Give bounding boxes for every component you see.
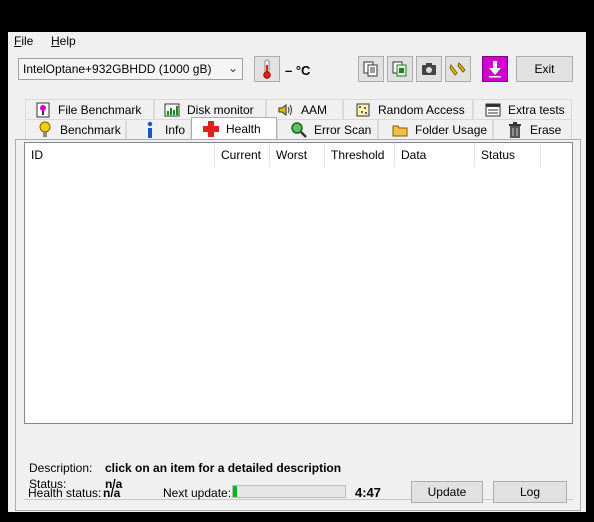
copy-text-button[interactable] bbox=[358, 56, 384, 82]
column-worst[interactable]: Worst bbox=[270, 143, 325, 167]
download-button[interactable] bbox=[482, 56, 508, 82]
tab-extra-tests[interactable]: Extra tests bbox=[473, 99, 572, 119]
camera-icon bbox=[422, 63, 436, 75]
temperature-value: – °C bbox=[285, 63, 311, 78]
tab-label: Info bbox=[165, 122, 186, 137]
random-access-icon bbox=[354, 102, 372, 118]
tab-label: Error Scan bbox=[314, 122, 372, 137]
app-window: File Help IntelOptane+932GBHDD (1000 gB)… bbox=[8, 32, 586, 512]
screenshot-button[interactable] bbox=[416, 56, 442, 82]
options-button[interactable] bbox=[445, 56, 471, 82]
tab-file-benchmark[interactable]: File Benchmark bbox=[25, 99, 154, 119]
health-status-label: Health status: bbox=[28, 486, 102, 500]
folder-icon bbox=[391, 122, 409, 138]
tab-erase[interactable]: Erase bbox=[493, 119, 572, 139]
tab-label: Folder Usage bbox=[415, 122, 488, 137]
magnifier-icon bbox=[290, 121, 308, 138]
description-label: Description: bbox=[29, 461, 93, 475]
tab-label: Extra tests bbox=[508, 102, 565, 117]
tab-random-access[interactable]: Random Access bbox=[343, 99, 473, 119]
copy-sheet-button[interactable] bbox=[387, 56, 413, 82]
tab-folder-usage[interactable]: Folder Usage bbox=[378, 119, 493, 139]
download-icon bbox=[489, 61, 501, 78]
smart-attribute-list[interactable]: ID Current Worst Threshold Data Status bbox=[24, 142, 573, 424]
menu-help[interactable]: Help bbox=[51, 34, 76, 48]
drive-select-value: IntelOptane+932GBHDD (1000 gB) bbox=[23, 62, 212, 76]
health-cross-icon bbox=[202, 120, 220, 137]
next-update-label: Next update: bbox=[163, 486, 232, 500]
tab-info[interactable]: Info bbox=[126, 119, 191, 139]
copy-sheet-icon bbox=[392, 61, 407, 77]
tab-label: Disk monitor bbox=[187, 102, 254, 117]
info-icon bbox=[141, 121, 159, 138]
copy-text-icon bbox=[363, 61, 378, 77]
extra-tests-icon bbox=[484, 102, 502, 118]
file-benchmark-icon bbox=[34, 102, 52, 118]
tab-disk-monitor[interactable]: Disk monitor bbox=[154, 99, 266, 119]
column-status[interactable]: Status bbox=[475, 143, 541, 167]
health-status-value: n/a bbox=[103, 486, 121, 500]
tab-error-scan[interactable]: Error Scan bbox=[277, 119, 378, 139]
temperature-button[interactable] bbox=[254, 56, 280, 82]
tab-label: Erase bbox=[530, 122, 562, 137]
menu-file[interactable]: File bbox=[14, 34, 33, 48]
tab-aam[interactable]: AAM bbox=[266, 99, 343, 119]
tab-health[interactable]: Health bbox=[191, 117, 277, 139]
benchmark-icon bbox=[36, 121, 54, 138]
tab-label: Benchmark bbox=[60, 122, 121, 137]
speaker-icon bbox=[277, 102, 295, 118]
countdown-value: 4:47 bbox=[355, 485, 382, 500]
thermometer-icon bbox=[263, 59, 271, 79]
disk-monitor-icon bbox=[163, 102, 181, 118]
exit-button[interactable]: Exit bbox=[516, 56, 573, 82]
list-header: ID Current Worst Threshold Data Status bbox=[25, 143, 572, 167]
health-panel: ID Current Worst Threshold Data Status D… bbox=[15, 139, 581, 511]
log-button[interactable]: Log bbox=[493, 481, 567, 503]
tab-label: Health bbox=[226, 121, 261, 136]
column-data[interactable]: Data bbox=[395, 143, 475, 167]
update-button[interactable]: Update bbox=[411, 481, 483, 503]
column-id[interactable]: ID bbox=[25, 143, 215, 167]
tab-label: AAM bbox=[301, 102, 328, 117]
chevron-down-icon: ⌄ bbox=[227, 61, 238, 75]
tab-label: Random Access bbox=[378, 102, 465, 117]
drive-select[interactable]: IntelOptane+932GBHDD (1000 gB) ⌄ bbox=[18, 58, 243, 80]
tab-benchmark[interactable]: Benchmark bbox=[25, 119, 126, 139]
menu-bar: File Help bbox=[8, 32, 586, 52]
column-current[interactable]: Current bbox=[215, 143, 270, 167]
progress-fill bbox=[233, 486, 238, 497]
column-threshold[interactable]: Threshold bbox=[325, 143, 395, 167]
tab-label: File Benchmark bbox=[58, 102, 142, 117]
trash-icon bbox=[506, 121, 524, 138]
options-icon bbox=[449, 62, 466, 76]
description-value: click on an item for a detailed descript… bbox=[105, 461, 342, 475]
next-update-progress bbox=[232, 485, 346, 498]
